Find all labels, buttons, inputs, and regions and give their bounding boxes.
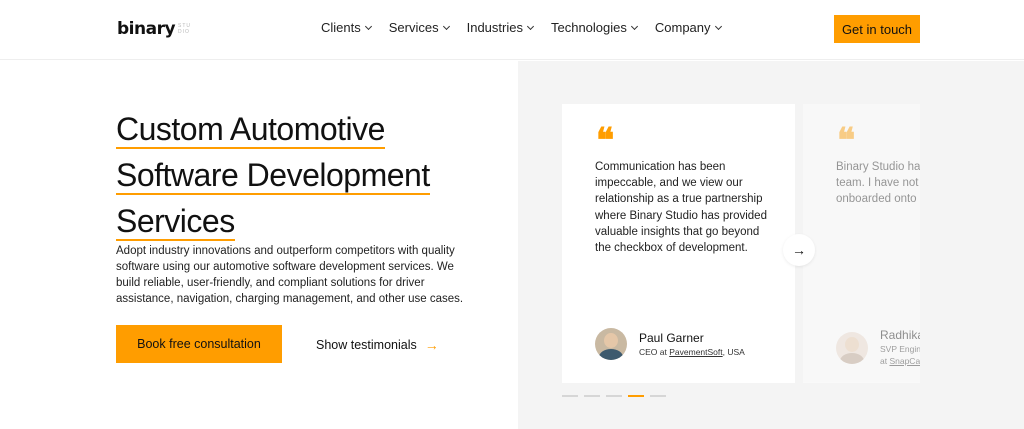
title-line: Services [116,203,235,241]
author-name: Radhika [880,328,920,342]
arrow-right-icon: → [792,242,806,258]
book-consultation-button[interactable]: Book free consultation [116,325,282,363]
quote-icon: ❝ [837,121,855,161]
chevron-down-icon [442,22,450,30]
testimonial-author: Radhika SVP Engin at SnapCa [836,328,920,367]
logo[interactable]: binary STU DIO [117,19,191,39]
chevron-down-icon [364,22,372,30]
carousel-dot[interactable] [584,395,600,397]
testimonials-panel: ❝ Communication has been impeccable, and… [518,61,1024,429]
carousel-dot[interactable] [562,395,578,397]
testimonial-quote: Binary Studio ha hiring process, a team.… [836,161,920,206]
nav-item-services[interactable]: Services [389,20,450,35]
carousel-dot[interactable] [650,395,666,397]
avatar [836,331,868,364]
testimonial-card: ❝ Communication has been impeccable, and… [562,104,795,383]
carousel-next-button[interactable]: → [783,234,815,266]
carousel-dot[interactable] [606,395,622,397]
testimonial-card: ❝ Binary Studio ha hiring process, a tea… [803,104,920,383]
testimonial-quote: Communication has been impeccable, and w… [595,161,767,255]
title-line: Custom Automotive [116,111,385,149]
nav-item-company[interactable]: Company [655,20,722,35]
chevron-down-icon [526,22,535,30]
logo-subtext: STU DIO [178,23,192,35]
carousel-dot[interactable] [628,395,644,397]
nav-item-industries[interactable]: Industries [467,20,535,35]
logo-wordmark: binary [117,19,176,39]
get-in-touch-button[interactable]: Get in touch [834,15,920,43]
page-title: Custom Automotive Software Development S… [116,109,516,247]
chevron-down-icon [714,22,722,30]
testimonial-author: Paul Garner CEO at PavementSoft, USA [595,328,745,360]
title-line: Software Development [116,157,430,195]
nav-item-clients[interactable]: Clients [321,20,372,35]
nav-item-technologies[interactable]: Technologies [551,20,638,35]
arrow-right-icon: → [424,337,439,353]
hero-description: Adopt industry innovations and outperfor… [116,245,464,305]
author-name: Paul Garner [639,330,704,345]
author-role: SVP Engin at SnapCa [880,344,920,366]
company-link[interactable]: SnapCa [889,356,920,366]
quote-icon: ❝ [596,121,614,161]
carousel-pagination [562,395,666,397]
author-role: CEO at PavementSoft, USA [639,346,745,357]
company-link[interactable]: PavementSoft [669,347,722,357]
avatar [595,328,627,360]
site-header: binary STU DIO Clients Services Industri… [0,0,1024,60]
chevron-down-icon [630,22,638,30]
hero-section: Custom Automotive Software Development S… [0,61,518,429]
main-nav: Clients Services Industries Technologies… [321,20,739,35]
show-testimonials-link[interactable]: Show testimonials → [316,337,439,353]
